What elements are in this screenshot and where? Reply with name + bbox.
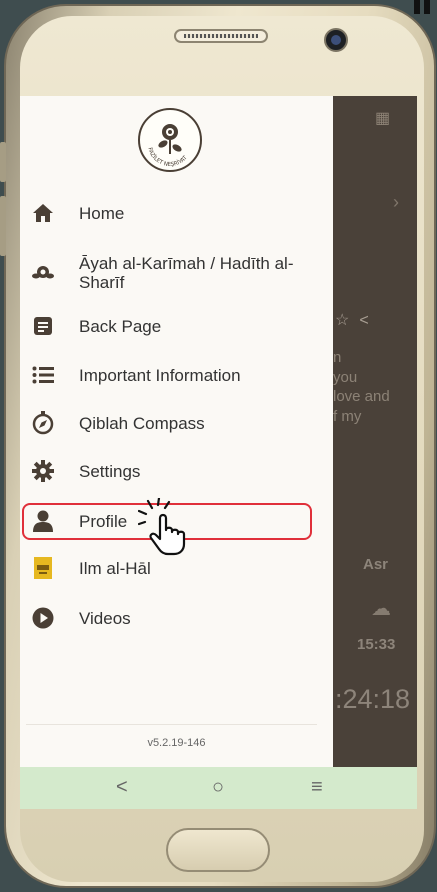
app-logo: FAZİLET NEŞRİYAT: [138, 108, 202, 172]
background-app: ▦ › ☆< n you love and f my Asr ☁ 15:33 :…: [333, 96, 417, 767]
menu-item-label: Back Page: [79, 316, 162, 336]
menu-item-label: Profile: [79, 511, 128, 531]
prayer-time: 15:33: [357, 636, 396, 653]
menu-item-label: Settings: [79, 461, 141, 481]
earpiece-speaker: [174, 29, 268, 43]
tap-hand-icon: [137, 496, 194, 561]
android-navigation-bar: < ○ ≡: [20, 767, 417, 809]
home-icon: [31, 201, 55, 225]
book-icon: [31, 556, 55, 580]
menu-item-label: Qiblah Compass: [79, 413, 205, 433]
back-button[interactable]: <: [116, 777, 128, 797]
menu-item-label: Home: [79, 203, 125, 223]
drawer-divider: [26, 724, 317, 725]
prayer-name: Asr: [363, 556, 389, 573]
menu-item-home[interactable]: Home: [20, 193, 333, 233]
weather-icon: ☁: [371, 598, 391, 620]
menu-item-label: Important Information: [79, 365, 241, 385]
menu-item-label: Ilm al-Hāl: [79, 558, 151, 578]
menu-item-label: Videos: [79, 608, 131, 628]
countdown-clock: :24:18: [335, 684, 411, 714]
compass-icon: [31, 411, 55, 435]
front-camera: [324, 28, 348, 52]
menu-item-important-information[interactable]: Important Information: [20, 355, 333, 395]
app-version: v5.2.19-146: [147, 737, 206, 749]
menu-item-settings[interactable]: Settings: [20, 451, 333, 491]
chevron-right-icon[interactable]: ›: [393, 192, 399, 213]
volume-up-button: [0, 142, 6, 182]
document-icon: [31, 314, 55, 338]
home-nav-button[interactable]: ○: [212, 777, 224, 797]
person-icon: [31, 509, 55, 533]
rose-icon: [31, 261, 55, 285]
list-icon: [31, 363, 55, 387]
svg-text:FAZİLET NEŞRİYAT: FAZİLET NEŞRİYAT: [146, 147, 189, 168]
menu-item-videos[interactable]: Videos: [20, 598, 333, 638]
gear-icon: [31, 459, 55, 483]
menu-item-ayah-hadith[interactable]: Āyah al-Karīmah / Hadīth al-Sharīf: [20, 249, 333, 297]
menu-item-qiblah-compass[interactable]: Qiblah Compass: [20, 403, 333, 443]
corner-mark: [414, 0, 437, 14]
background-text: n you love and f my: [333, 349, 390, 425]
calendar-icon[interactable]: ▦: [375, 108, 390, 128]
device-frame: ▦ › ☆< n you love and f my Asr ☁ 15:33 :…: [0, 0, 437, 892]
physical-home-button[interactable]: [166, 828, 270, 872]
recents-button[interactable]: ≡: [311, 777, 323, 797]
star-share-icons[interactable]: ☆<: [335, 310, 379, 330]
navigation-drawer: FAZİLET NEŞRİYAT Home Āyah al-Karīmah / …: [20, 96, 333, 767]
play-icon: [31, 606, 55, 630]
menu-item-label: Āyah al-Karīmah / Hadīth al-Sharīf: [79, 254, 294, 292]
volume-down-button: [0, 196, 6, 256]
menu-item-back-page[interactable]: Back Page: [20, 306, 333, 346]
screen: ▦ › ☆< n you love and f my Asr ☁ 15:33 :…: [20, 96, 417, 809]
